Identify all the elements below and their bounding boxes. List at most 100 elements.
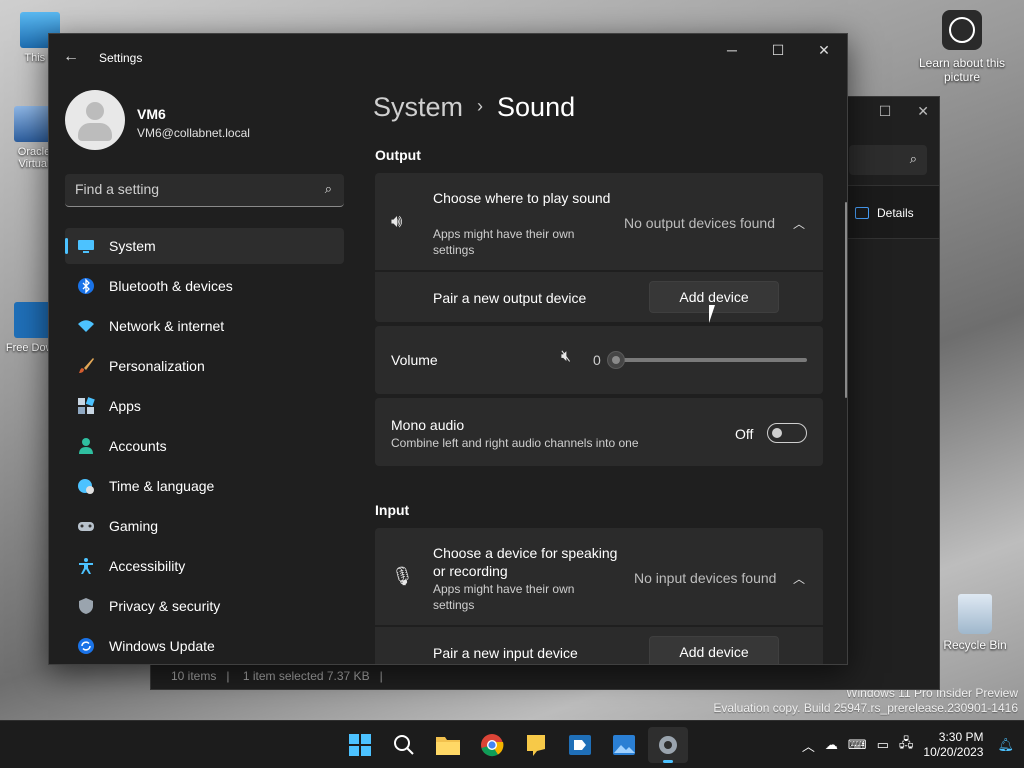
sidebar-item-label: Windows Update [109,638,215,654]
onedrive-icon[interactable]: ☁ [825,737,838,753]
explorer-status-bar: 10 items | 1 item selected 7.37 KB | [171,669,383,683]
input-device-row[interactable]: 🎙︎ Choose a device for speaking or recor… [375,528,823,625]
keyboard-icon[interactable]: ⌨ [848,737,867,753]
search-icon: ⌕ [909,151,917,166]
search-input[interactable] [75,181,305,197]
status-selection: 1 item selected 7.37 KB [242,669,370,683]
person-icon [79,438,93,454]
app-title: Settings [99,51,143,65]
apps-icon [78,397,95,414]
taskbar-file-explorer[interactable] [428,727,468,763]
volume-value: 0 [593,352,601,368]
chevron-up-icon[interactable]: ︿ [793,215,805,232]
close-button[interactable]: ✕ [801,34,847,66]
mouse-cursor [709,305,721,323]
update-icon [78,638,94,654]
recycle-bin[interactable]: Recycle Bin [940,594,1010,652]
pair-input-label: Pair a new input device [433,645,578,661]
search-icon [394,735,414,755]
sidebar-item-time-language[interactable]: Time & language [65,468,344,504]
sidebar-item-label: Gaming [109,518,159,534]
file-explorer-icon [436,737,460,755]
mono-audio-sub: Combine left and right audio channels in… [391,436,639,450]
sidebar-item-accessibility[interactable]: Accessibility [65,548,344,584]
main-content: System › Sound Output 🔊︎ Choose where to p… [373,82,847,664]
gamepad-icon [78,522,94,531]
sidebar-item-label: Privacy & security [109,598,221,614]
sidebar-item-label: Time & language [109,478,215,494]
sidebar-item-accounts[interactable]: Accounts [65,428,344,464]
sidebar-item-bluetooth[interactable]: Bluetooth & devices [65,268,344,304]
chevron-up-icon[interactable]: ︿ [802,736,815,755]
pair-output-label: Pair a new output device [433,290,587,306]
camera-icon [942,10,982,50]
sidebar-item-label: Accounts [109,438,167,454]
taskbar-remote-app[interactable] [560,727,600,763]
system-tray: ︿ ☁ ⌨ ▭ 🖧︎ 3:30 PM 10/20/2023 🔔︎ [802,721,1014,768]
explorer-search[interactable]: ⌕ [849,145,927,175]
taskbar-notes[interactable] [516,727,556,763]
start-button[interactable] [340,727,380,763]
chrome-icon [481,734,504,757]
search-icon: ⌕ [324,181,332,196]
sidebar-item-gaming[interactable]: Gaming [65,508,344,544]
output-device-row[interactable]: 🔊︎ Choose where to play sound Apps might… [375,173,823,270]
chevron-right-icon: › [477,96,484,116]
network-icon[interactable]: 🖧︎ [899,734,914,756]
back-button[interactable]: ← [63,48,83,66]
settings-search[interactable]: ⌕ [65,174,344,207]
output-choose-title: Choose where to play sound [433,190,611,206]
watermark-line-2: Evaluation copy. Build 25947.rs_prerelea… [713,701,1018,715]
bluetooth-icon [78,278,94,294]
sidebar-item-windows-update[interactable]: Windows Update [65,628,344,664]
settings-window[interactable]: ← Settings ─ ☐ ✕ VM6 VM6@collabnet.local… [48,33,848,665]
taskbar-settings[interactable] [648,727,688,763]
remote-app-icon [569,735,591,755]
taskbar: ︿ ☁ ⌨ ▭ 🖧︎ 3:30 PM 10/20/2023 🔔︎ [0,720,1024,768]
profile-name: VM6 [137,106,166,122]
clock-time: 3:30 PM [938,730,984,744]
title-bar: ← Settings ─ ☐ ✕ [49,34,847,82]
mono-audio-toggle[interactable] [767,423,807,443]
close-icon[interactable]: ✕ [917,103,929,120]
page-title: Sound [497,92,576,122]
sidebar-nav: System Bluetooth & devices Network & int… [65,228,344,664]
microphone-icon: 🎙︎ [391,566,414,586]
volume-slider-track[interactable] [615,358,807,362]
recycle-label: Recycle Bin [943,638,1007,652]
input-choose-title: Choose a device for speaking or recordin… [433,545,618,579]
sidebar-item-privacy[interactable]: Privacy & security [65,588,344,624]
display-icon[interactable]: ▭ [877,737,889,753]
sidebar-item-system[interactable]: System [65,228,344,264]
learn-about-picture[interactable]: Learn about this picture [912,10,1012,84]
taskbar-search-button[interactable] [384,727,424,763]
explorer-window-controls: ☐ ✕ [879,103,929,120]
mute-icon[interactable]: 🔇︎ [561,348,571,366]
add-input-device-button[interactable]: Add device [649,636,779,664]
output-status: No output devices found [624,215,775,231]
taskbar-chrome[interactable] [472,727,512,763]
sidebar-item-apps[interactable]: Apps [65,388,344,424]
mono-audio-state: Off [735,426,754,442]
output-heading: Output [375,147,421,163]
output-choose-sub: Apps might have their own settings [433,227,575,257]
taskbar-photos[interactable] [604,727,644,763]
sidebar-item-personalization[interactable]: Personalization [65,348,344,384]
content-scrollbar[interactable] [845,202,847,398]
maximize-icon[interactable]: ☐ [879,103,892,120]
chevron-up-icon[interactable]: ︿ [793,570,805,587]
accessibility-icon [79,558,93,574]
details-label: Details [877,206,914,220]
sidebar-item-network[interactable]: Network & internet [65,308,344,344]
clock-date: 10/20/2023 [923,745,984,759]
clock[interactable]: 3:30 PM 10/20/2023 [923,730,983,760]
notification-bell-icon[interactable]: 🔔︎ [997,737,1014,753]
breadcrumb: System › Sound [373,92,575,123]
sidebar-item-label: Personalization [109,358,205,374]
breadcrumb-parent[interactable]: System [373,92,463,122]
details-button[interactable]: Details [847,185,939,239]
maximize-button[interactable]: ☐ [755,34,801,66]
monitor-icon [78,240,94,253]
volume-slider-thumb[interactable] [607,351,625,369]
minimize-button[interactable]: ─ [709,34,755,66]
